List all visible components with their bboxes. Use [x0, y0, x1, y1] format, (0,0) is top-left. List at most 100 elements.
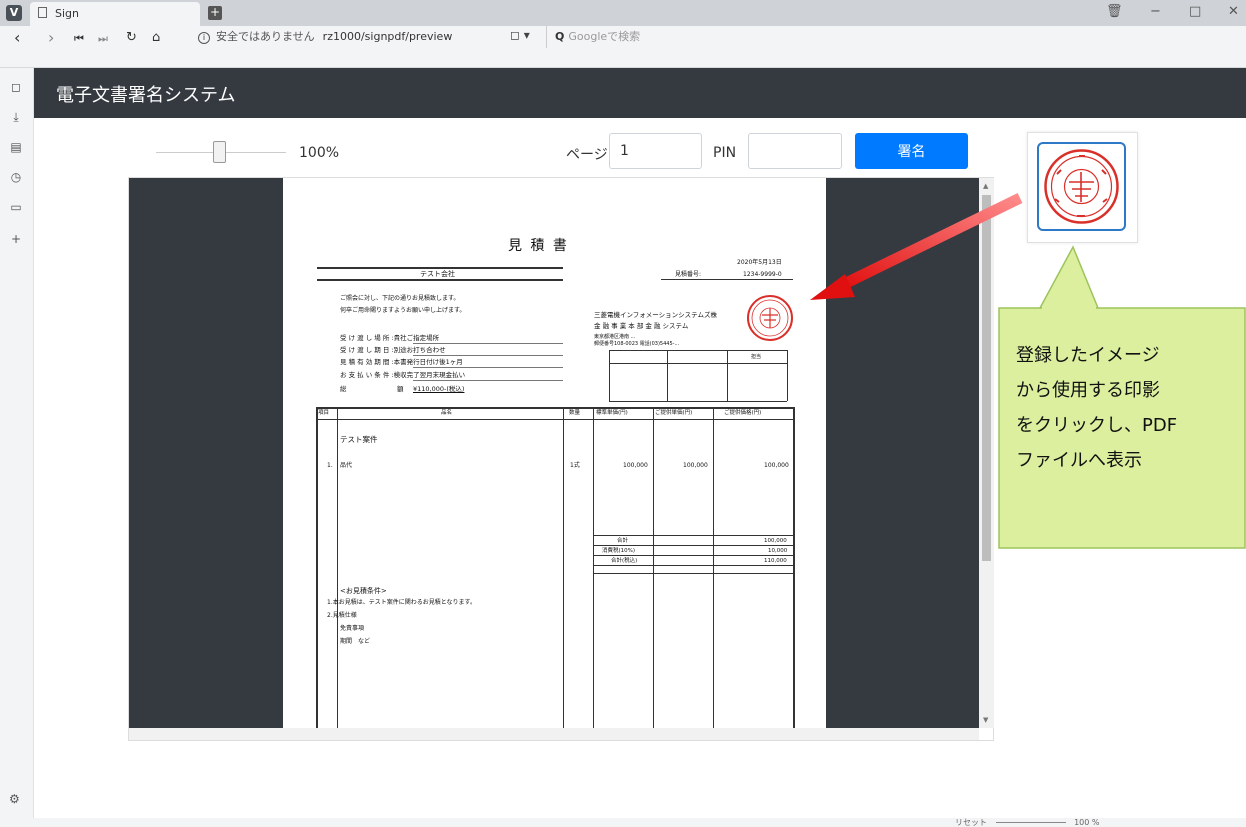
- subtotal-top: [593, 535, 793, 536]
- condition-payment: お 支 払 い 条 件 :検収完了翌月末現金払い: [340, 371, 466, 379]
- col-std-price: 標準単価(円): [596, 410, 628, 416]
- note-3: 免責事項: [340, 625, 365, 632]
- company-underline-bottom: [317, 279, 563, 281]
- approval-box-div1: [667, 350, 668, 401]
- home-icon[interactable]: ⌂: [152, 30, 160, 45]
- downloads-panel-icon[interactable]: ⤓: [9, 110, 23, 124]
- viewer-margin-left: [129, 178, 283, 728]
- col-offer-price: ご提供価格(円): [724, 410, 762, 416]
- callout-line-4: ファイルへ表示: [1016, 450, 1142, 471]
- close-icon[interactable]: ✕: [1228, 4, 1239, 19]
- table-right: [793, 407, 795, 728]
- total-label-2: 額: [397, 385, 404, 393]
- callout-text: 登録したイメージ から使用する印影 をクリックし、PDF ファイルへ表示: [1016, 338, 1231, 478]
- total-label: 総: [340, 385, 347, 393]
- zoom-slider-thumb[interactable]: [213, 141, 226, 163]
- greeting-2: 何卒ご用命賜りますようお願い申し上げます。: [340, 307, 466, 314]
- callout-line-3: をクリックし、PDF: [1016, 415, 1178, 436]
- zoom-value: 100%: [299, 145, 340, 161]
- approval-box-mid: [609, 363, 787, 364]
- condition-underline-4: [413, 380, 563, 381]
- fast-forward-icon[interactable]: ⏭: [98, 32, 108, 46]
- search-placeholder: Googleで検索: [568, 30, 641, 43]
- estimate-underline: [661, 279, 793, 280]
- callout-line-2: から使用する印影: [1016, 380, 1160, 401]
- search-input[interactable]: Q Googleで検索: [546, 26, 1226, 48]
- row-no: 1.: [327, 462, 333, 469]
- bookmarks-panel-icon[interactable]: ◻: [9, 80, 23, 94]
- horizontal-scrollbar[interactable]: [129, 728, 979, 740]
- tax-top: [593, 545, 793, 546]
- info-icon: i: [198, 32, 210, 44]
- tab-title: Sign: [55, 7, 79, 20]
- status-reset[interactable]: リセット: [955, 818, 987, 827]
- scroll-down-icon[interactable]: ▼: [983, 716, 988, 724]
- tab-sign[interactable]: Sign: [30, 2, 200, 26]
- settings-gear-icon[interactable]: ⚙: [9, 792, 20, 806]
- page-input[interactable]: [609, 133, 702, 169]
- condition-place: 受 け 渡 し 場 所 :貴社ご指定場所: [340, 334, 440, 342]
- vivaldi-menu-icon[interactable]: V: [6, 5, 22, 21]
- minimize-icon[interactable]: −: [1150, 4, 1161, 19]
- rewind-icon[interactable]: ⏮: [74, 32, 84, 46]
- note-2: 2.見積仕様: [327, 612, 357, 619]
- table-header-bottom: [316, 419, 794, 420]
- app-title: 電子文書署名システム: [56, 85, 236, 106]
- issuer-line-4: 郵便番号108-0023 電話(03)5445-...: [594, 341, 680, 347]
- col-qty: 数量: [569, 410, 581, 416]
- doc-date: 2020年5月13日: [737, 259, 782, 266]
- greeting-1: ご照会に対し、下記の通りお見積致します。: [340, 295, 460, 302]
- table-col4: [653, 407, 654, 728]
- row-name: 品代: [340, 462, 353, 469]
- reload-icon[interactable]: ↻: [126, 30, 137, 45]
- col-item: 項目: [318, 410, 330, 416]
- notes-panel-icon[interactable]: ▤: [9, 140, 23, 154]
- total-value: ¥110,000-(税込): [413, 385, 465, 393]
- total-incl-bottom: [593, 565, 793, 566]
- condition-underline-3: [413, 367, 563, 368]
- app-header: 電子文書署名システム: [34, 68, 1246, 118]
- table-col3: [593, 407, 594, 728]
- total-extra-line: [593, 573, 793, 574]
- bookmark-icon[interactable]: ◻ ▾: [510, 28, 530, 42]
- condition-validity: 見 積 有 効 期 間 :本書発行日付け後1ヶ月: [340, 358, 463, 366]
- issuer-line-2: 金 融 事 業 本 部 金 融 システム: [594, 322, 689, 330]
- side-panel: ◻ ⤓ ▤ ◷ ▭ +: [0, 68, 34, 818]
- new-tab-icon[interactable]: +: [208, 6, 222, 20]
- table-col1: [337, 407, 338, 728]
- row-offer-price: 100,000: [764, 462, 789, 469]
- estimate-no: 1234-9999-0: [743, 271, 782, 278]
- table-left: [316, 407, 318, 728]
- url-text: rz1000/signpdf/preview: [322, 30, 453, 43]
- document-icon: [38, 7, 47, 18]
- sign-button[interactable]: 署名: [855, 133, 968, 169]
- pin-input[interactable]: [748, 133, 842, 169]
- col-offer-unit: ご提供単価(円): [655, 410, 693, 416]
- row-std-price: 100,000: [623, 462, 648, 469]
- approval-box-div2: [727, 350, 728, 401]
- company-underline-top: [317, 267, 563, 269]
- maximize-icon[interactable]: □: [1189, 4, 1201, 19]
- seal-stamp-icon: [1044, 149, 1119, 224]
- trash-icon[interactable]: 🗑: [1106, 4, 1123, 19]
- company-name: テスト会社: [420, 270, 455, 278]
- estimate-no-label: 見積番号:: [675, 271, 702, 278]
- issuer-line-1: 三菱電機インフォメーションシステムズ株: [594, 311, 717, 319]
- stamp-option[interactable]: [1037, 142, 1126, 231]
- page-label: ページ: [566, 147, 608, 163]
- applied-seal-stamp: [747, 295, 793, 341]
- status-right: リセット 100 %: [955, 817, 1100, 827]
- condition-underline-2: [413, 355, 563, 356]
- forward-icon[interactable]: ›: [48, 28, 54, 47]
- back-icon[interactable]: ‹: [14, 28, 20, 47]
- security-warning: 安全ではありません: [216, 30, 315, 43]
- status-zoom-slider[interactable]: [995, 822, 1066, 823]
- url-field[interactable]: i 安全ではありません rz1000/signpdf/preview: [198, 26, 494, 48]
- add-panel-icon[interactable]: +: [9, 232, 23, 246]
- table-col5: [713, 407, 714, 728]
- col-name: 品名: [441, 410, 453, 416]
- window-panel-icon[interactable]: ▭: [9, 200, 23, 214]
- history-panel-icon[interactable]: ◷: [9, 170, 23, 184]
- pdf-page[interactable]: 見 積 書 2020年5月13日 テスト会社 見積番号: 1234-9999-0…: [283, 178, 826, 728]
- condition-date: 受 け 渡 し 期 日 :別途お打ち合わせ: [340, 346, 446, 354]
